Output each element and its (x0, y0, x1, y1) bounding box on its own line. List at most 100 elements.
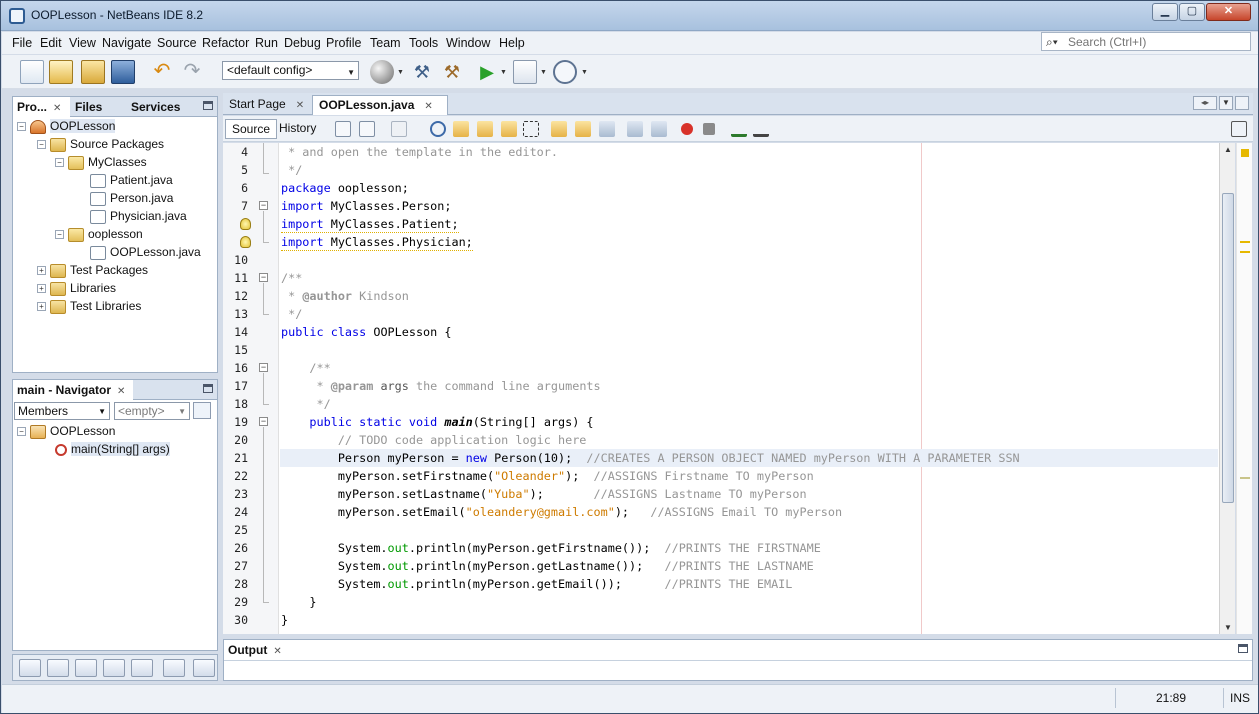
menu-view[interactable]: View (69, 36, 96, 50)
chevron-down-icon[interactable]: ▼ (540, 69, 547, 76)
tab-projects[interactable]: Pro... ✕ (13, 97, 70, 117)
scroll-down-icon[interactable]: ▼ (1224, 623, 1232, 632)
editor-vertical-scrollbar[interactable]: ▲ ▼ (1219, 143, 1235, 634)
tab-ooplesson-java[interactable]: OOPLesson.java ✕ (312, 95, 448, 115)
chevron-down-icon[interactable]: ▼ (178, 404, 186, 420)
members-select[interactable]: Members ▼ (14, 402, 110, 420)
close-icon[interactable]: ✕ (53, 103, 61, 114)
minimize-pane-icon[interactable] (203, 101, 213, 110)
toggle-highlight-icon[interactable] (501, 121, 517, 137)
back-icon[interactable] (359, 121, 375, 137)
window-group-icon[interactable] (131, 659, 153, 677)
chevron-down-icon[interactable]: ▼ (98, 404, 106, 420)
history-view-button[interactable]: History (273, 119, 322, 139)
open-project-icon[interactable] (81, 60, 105, 84)
menu-refactor[interactable]: Refactor (202, 36, 249, 50)
uncomment-icon[interactable] (753, 121, 769, 137)
menu-tools[interactable]: Tools (409, 36, 438, 50)
scroll-up-icon[interactable]: ▲ (1224, 145, 1232, 154)
expand-icon[interactable]: + (37, 266, 46, 276)
find-previous-icon[interactable] (453, 121, 469, 137)
tab-start-page[interactable]: Start Page ✕ (223, 95, 311, 115)
close-icon[interactable]: ✕ (296, 100, 304, 111)
filter-select[interactable]: <empty> ▼ (114, 402, 190, 420)
close-icon[interactable]: ✕ (273, 646, 281, 657)
new-file-icon[interactable] (20, 60, 44, 84)
shift-right-icon[interactable] (651, 121, 667, 137)
forward-icon[interactable] (391, 121, 407, 137)
configuration-select[interactable]: <default config> ▼ (222, 61, 359, 80)
nav-item-main-method[interactable]: main(String[] args) (55, 440, 170, 458)
hint-bulb-icon[interactable] (240, 218, 251, 230)
hint-bulb-icon[interactable] (240, 236, 251, 248)
tree-item-physician-java[interactable]: Physician.java (90, 207, 187, 225)
menu-edit[interactable]: Edit (40, 36, 62, 50)
next-bookmark-icon[interactable] (575, 121, 591, 137)
collapse-icon[interactable]: − (17, 427, 26, 437)
tree-item-ooplesson-java[interactable]: OOPLesson.java (90, 243, 201, 261)
tree-item-source-packages[interactable]: − Source Packages (37, 135, 164, 153)
fold-collapse-icon[interactable]: − (259, 363, 268, 372)
collapse-icon[interactable]: − (55, 158, 64, 168)
menu-run[interactable]: Run (255, 36, 278, 50)
undo-icon[interactable]: ↶ (150, 60, 174, 84)
browser-icon[interactable] (370, 60, 394, 84)
close-button[interactable]: ✕ (1206, 3, 1251, 21)
close-icon[interactable]: ✕ (117, 386, 125, 397)
close-icon[interactable]: ✕ (424, 101, 432, 112)
fold-collapse-icon[interactable]: − (259, 201, 268, 210)
collapse-icon[interactable]: − (37, 140, 46, 150)
save-all-icon[interactable] (111, 60, 135, 84)
tree-item-patient-java[interactable]: Patient.java (90, 171, 173, 189)
chevron-down-icon[interactable]: ▼ (500, 69, 507, 76)
source-view-button[interactable]: Source (225, 119, 278, 139)
rectangular-selection-icon[interactable] (523, 121, 539, 137)
tree-item-person-java[interactable]: Person.java (90, 189, 173, 207)
find-icon[interactable] (430, 121, 446, 137)
maximize-button[interactable]: ▢ (1179, 3, 1205, 21)
warning-mark[interactable] (1240, 241, 1250, 243)
minimize-pane-icon[interactable] (1238, 644, 1248, 653)
code-editor[interactable]: 4 5 6 7 8 9 10 11 12 13 14 15 16 17 18 1… (223, 143, 1235, 634)
error-stripe[interactable] (1236, 143, 1252, 634)
tree-item-ooplesson-package[interactable]: − ooplesson (55, 225, 143, 243)
maximize-editor-icon[interactable] (1235, 96, 1249, 110)
window-group-icon[interactable] (75, 659, 97, 677)
tree-item-test-packages[interactable]: + Test Packages (37, 261, 148, 279)
new-project-icon[interactable] (49, 60, 73, 84)
search-input[interactable] (1068, 35, 1248, 49)
search-icon[interactable]: ⌕▾ (1046, 35, 1058, 50)
comment-icon[interactable] (731, 121, 747, 137)
warning-mark[interactable] (1240, 477, 1250, 479)
scrollbar-thumb[interactable] (1222, 193, 1234, 503)
window-group-icon[interactable] (103, 659, 125, 677)
chevron-down-icon[interactable]: ▼ (397, 69, 404, 76)
last-edit-icon[interactable] (335, 121, 351, 137)
nav-item-class[interactable]: − OOPLesson (17, 422, 115, 440)
expand-icon[interactable]: + (37, 302, 46, 312)
run-icon[interactable]: ▶ (475, 60, 499, 84)
menu-source[interactable]: Source (157, 36, 197, 50)
tree-item-project[interactable]: − OOPLesson (17, 117, 116, 135)
menu-debug[interactable]: Debug (284, 36, 321, 50)
inspect-members-icon[interactable] (193, 402, 211, 419)
split-editor-icon[interactable] (1231, 121, 1247, 137)
window-group-icon[interactable] (47, 659, 69, 677)
menu-help[interactable]: Help (499, 36, 525, 50)
window-group-icon[interactable] (193, 659, 215, 677)
menu-navigate[interactable]: Navigate (102, 36, 151, 50)
fold-collapse-icon[interactable]: − (259, 273, 268, 282)
warning-status-icon[interactable] (1241, 149, 1249, 157)
chevron-down-icon[interactable]: ▼ (581, 69, 588, 76)
previous-bookmark-icon[interactable] (551, 121, 567, 137)
redo-icon[interactable]: ↷ (180, 60, 204, 84)
scroll-tabs-icon[interactable]: ◂▸ (1193, 96, 1217, 110)
window-group-icon[interactable] (19, 659, 41, 677)
tab-services[interactable]: Services (127, 97, 197, 117)
chevron-down-icon[interactable]: ▼ (1219, 96, 1233, 110)
profile-icon[interactable] (553, 60, 577, 84)
tree-item-libraries[interactable]: + Libraries (37, 279, 116, 297)
expand-icon[interactable]: + (37, 284, 46, 294)
tab-files[interactable]: Files (71, 97, 129, 117)
menu-team[interactable]: Team (370, 36, 401, 50)
